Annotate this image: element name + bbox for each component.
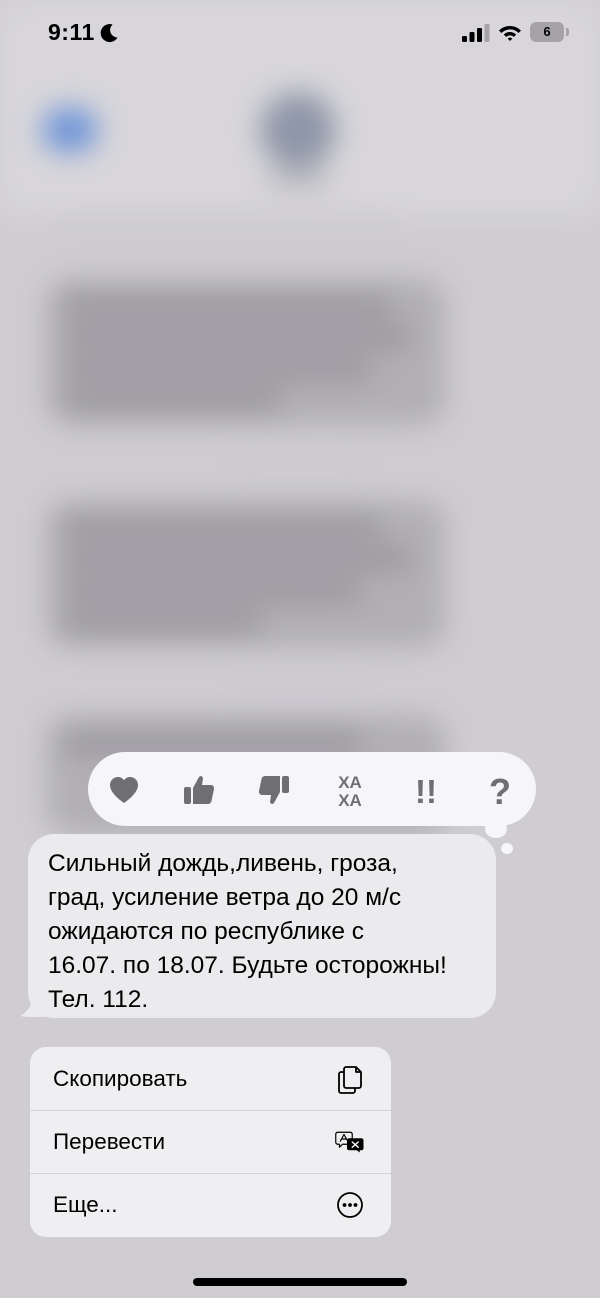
tapback-tail-dot bbox=[501, 843, 513, 854]
status-bar: 9:11 6 bbox=[0, 0, 600, 66]
blurred-text-line bbox=[62, 362, 372, 376]
tapback-dislike-button[interactable] bbox=[254, 770, 294, 810]
blurred-divider bbox=[56, 212, 396, 214]
message-bubble[interactable]: Сильный дождь,ливень, гроза, град, усиле… bbox=[28, 834, 496, 1018]
moon-icon bbox=[100, 24, 118, 43]
blurred-text-line bbox=[62, 520, 382, 534]
battery-percentage: 6 bbox=[543, 24, 551, 39]
menu-item-more[interactable]: Еще... bbox=[30, 1173, 391, 1236]
tapback-haha-button[interactable]: ХА ХА bbox=[330, 770, 370, 810]
message-context-menu: Скопировать Перевести Еще... bbox=[30, 1047, 391, 1237]
menu-item-copy[interactable]: Скопировать bbox=[30, 1047, 391, 1110]
haha-text-top: ХА bbox=[338, 773, 362, 792]
blurred-timestamp bbox=[240, 684, 360, 686]
blurred-timestamp bbox=[230, 462, 370, 464]
exclamation-text: !! bbox=[415, 773, 437, 808]
haha-text-bottom: ХА bbox=[338, 791, 362, 809]
thumbs-down-icon bbox=[258, 776, 289, 804]
blurred-text-line bbox=[62, 735, 362, 749]
blurred-contact-name bbox=[268, 172, 328, 184]
copy-icon bbox=[335, 1064, 365, 1094]
tapback-exclamation-button[interactable]: !! bbox=[406, 770, 446, 810]
question-icon: ? bbox=[489, 772, 511, 808]
tapback-reaction-bar: ХА ХА !! ? bbox=[88, 752, 536, 826]
menu-item-label: Скопировать bbox=[53, 1065, 188, 1091]
tapback-heart-button[interactable] bbox=[104, 770, 144, 810]
blurred-text-line bbox=[62, 330, 412, 344]
more-icon bbox=[335, 1190, 365, 1220]
menu-item-label: Перевести bbox=[53, 1129, 166, 1154]
blurred-text-line bbox=[62, 616, 262, 630]
thumbs-up-icon bbox=[184, 776, 215, 804]
blurred-avatar bbox=[260, 92, 336, 168]
exclamation-icon: !! bbox=[415, 773, 437, 808]
blurred-text-line bbox=[62, 394, 282, 408]
cellular-signal-icon bbox=[462, 24, 490, 42]
heart-icon bbox=[110, 777, 138, 803]
tapback-like-button[interactable] bbox=[179, 770, 219, 810]
battery-cap bbox=[566, 28, 569, 36]
message-text: Сильный дождь,ливень, гроза, град, усиле… bbox=[48, 850, 447, 1013]
status-time: 9:11 bbox=[48, 19, 95, 45]
blurred-text-line bbox=[62, 552, 412, 566]
wifi-icon bbox=[499, 26, 521, 41]
home-indicator[interactable] bbox=[193, 1278, 407, 1286]
question-text: ? bbox=[489, 772, 511, 808]
battery-indicator: 6 bbox=[530, 22, 570, 42]
menu-item-label: Еще... bbox=[53, 1192, 118, 1217]
tapback-question-button[interactable]: ? bbox=[480, 770, 520, 810]
translate-icon bbox=[335, 1127, 365, 1157]
blurred-text-line bbox=[62, 584, 362, 598]
menu-item-translate[interactable]: Перевести bbox=[30, 1110, 391, 1173]
blurred-text-line bbox=[62, 298, 392, 312]
haha-icon: ХА ХА bbox=[338, 773, 362, 809]
blurred-back-button bbox=[42, 108, 98, 152]
